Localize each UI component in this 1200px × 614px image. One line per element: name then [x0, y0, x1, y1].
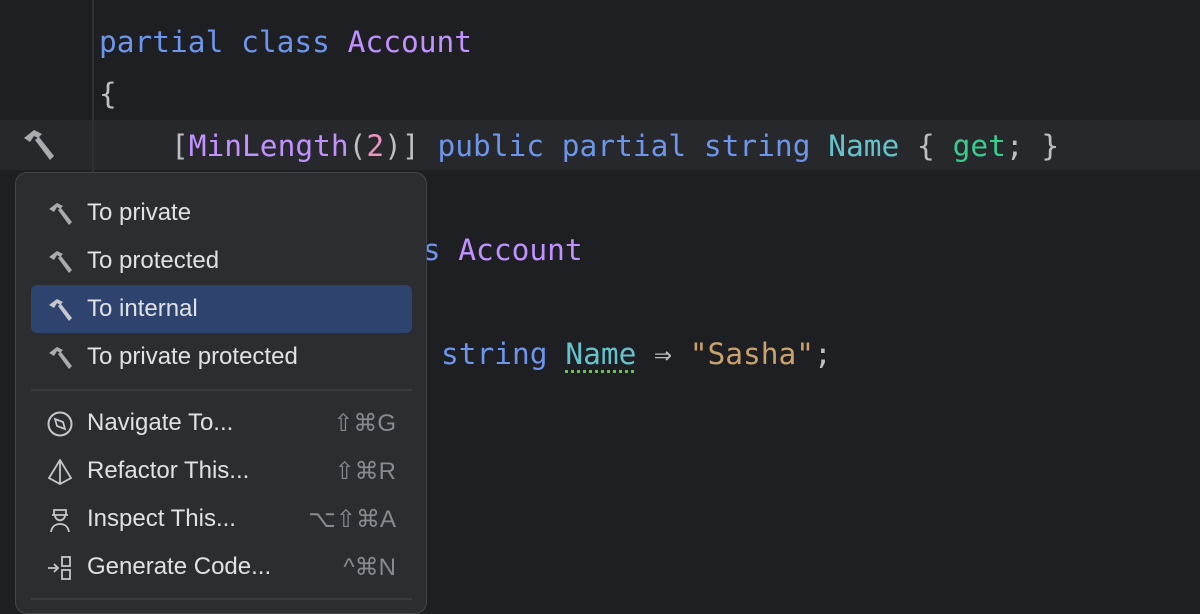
code-line-1[interactable]: partial class Account: [99, 22, 472, 62]
code-line-4[interactable]: ss Account: [405, 230, 583, 270]
punct: {: [917, 129, 935, 163]
menu-item-label: To private protected: [87, 343, 298, 370]
compass-icon: [47, 411, 73, 437]
number: 2: [366, 129, 385, 163]
keyword: class: [241, 25, 330, 59]
punct: )]: [384, 129, 420, 163]
menu-item-inspect-this[interactable]: Inspect This... ⌥⇧⌘A: [31, 495, 412, 543]
menu-item-refactor-this[interactable]: Refactor This... ⇧⌘R: [31, 447, 412, 495]
menu-item-label: To private: [87, 199, 192, 226]
hammer-icon[interactable]: [20, 128, 56, 162]
keyword: string: [441, 337, 548, 371]
menu-item-navigate-to[interactable]: Navigate To... ⇧⌘G: [31, 399, 412, 447]
code-line-2[interactable]: {: [99, 74, 117, 114]
punct: ; }: [1005, 129, 1060, 163]
prism-icon: [47, 459, 73, 485]
menu-item-to-internal[interactable]: To internal: [31, 285, 412, 333]
accessor: get: [952, 129, 1006, 163]
shortcut-label: ⇧⌘R: [334, 458, 396, 485]
inspector-icon: [50, 509, 70, 533]
menu-item-to-private[interactable]: To private: [31, 189, 412, 237]
shortcut-label: ^⌘N: [343, 554, 396, 581]
hammer-icon: [49, 203, 72, 225]
menu-item-to-private-protected[interactable]: To private protected: [31, 333, 412, 381]
hammer-icon: [49, 251, 72, 273]
generate-icon: [48, 556, 71, 580]
context-menu: To private To protected To internal To p…: [15, 172, 427, 614]
punct: [: [171, 129, 189, 163]
menu-item-generate-code[interactable]: Generate Code... ^⌘N: [31, 543, 412, 591]
property-name: Name: [828, 129, 900, 163]
punct: (: [348, 129, 367, 163]
punct: ;: [814, 337, 832, 371]
property-name: Name: [565, 337, 637, 371]
menu-item-label: Generate Code...: [87, 553, 272, 580]
string-literal: "Sasha": [689, 337, 815, 371]
arrow: ⇒: [654, 337, 672, 371]
shortcut-label: ⇧⌘G: [333, 410, 396, 437]
shortcut-label: ⌥⇧⌘A: [308, 506, 396, 533]
hammer-icon: [49, 347, 72, 369]
code-line-3[interactable]: [MinLength(2)] public partial string Nam…: [171, 126, 1059, 166]
menu-item-label: To protected: [87, 247, 220, 274]
class-name: Account: [347, 25, 472, 59]
attribute-name: MinLength: [188, 129, 349, 163]
menu-item-label: Inspect This...: [87, 505, 236, 532]
keyword: partial: [99, 25, 224, 59]
keyword: partial: [561, 129, 687, 163]
code-line-5[interactable]: string Name ⇒ "Sasha";: [441, 334, 832, 374]
brace: {: [99, 77, 117, 111]
menu-item-label: Navigate To...: [87, 409, 234, 436]
keyword: string: [703, 129, 811, 163]
class-name: Account: [458, 233, 583, 267]
menu-item-label: To internal: [87, 295, 198, 322]
menu-item-label: Refactor This...: [87, 457, 250, 484]
menu-item-to-protected[interactable]: To protected: [31, 237, 412, 285]
menu-separator: [31, 389, 412, 391]
hammer-icon: [49, 299, 72, 321]
keyword: public: [437, 129, 545, 163]
